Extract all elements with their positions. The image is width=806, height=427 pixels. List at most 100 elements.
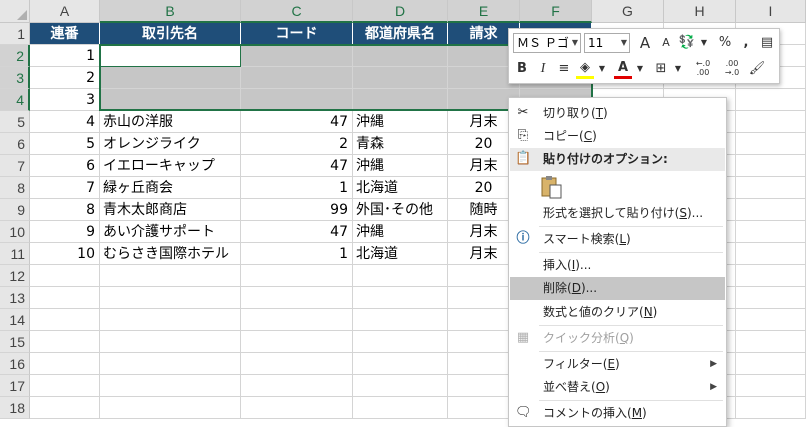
accounting-format-icon[interactable]: 💱	[678, 33, 696, 53]
row-header-10[interactable]: 10	[0, 221, 30, 243]
cell-d13[interactable]	[353, 287, 448, 309]
column-header-e[interactable]: E	[448, 0, 520, 23]
cell-c9[interactable]: 99	[241, 199, 353, 221]
cell-d9[interactable]: 外国･その他	[353, 199, 448, 221]
cell-b10[interactable]: あい介護サポート	[100, 221, 241, 243]
cell-b6[interactable]: オレンジライク	[100, 133, 241, 155]
cell-c16[interactable]	[241, 353, 353, 375]
paste-button[interactable]	[539, 174, 565, 200]
cell-i15[interactable]	[736, 331, 806, 353]
cell-c6[interactable]: 2	[241, 133, 353, 155]
cell-i11[interactable]	[736, 243, 806, 265]
cell-b18[interactable]	[100, 397, 241, 419]
cell-c5[interactable]: 47	[241, 111, 353, 133]
cell-c10[interactable]: 47	[241, 221, 353, 243]
column-header-d[interactable]: D	[353, 0, 448, 23]
cell-a3[interactable]: 2	[30, 67, 100, 89]
cell-a2[interactable]: 1	[30, 45, 100, 67]
format-painter-icon[interactable]: 🖌	[748, 59, 766, 79]
cell-b14[interactable]	[100, 309, 241, 331]
cell-a9[interactable]: 8	[30, 199, 100, 221]
cell-b8[interactable]: 緑ヶ丘商会	[100, 177, 241, 199]
row-header-8[interactable]: 8	[0, 177, 30, 199]
percent-style-button[interactable]: %	[716, 33, 734, 53]
header-cell-b[interactable]: 取引先名	[100, 23, 241, 45]
cell-i8[interactable]	[736, 177, 806, 199]
cell-c13[interactable]	[241, 287, 353, 309]
column-header-f[interactable]: F	[520, 0, 592, 23]
menu-item-cut[interactable]: ✂ 切り取り(T)	[510, 102, 725, 125]
menu-item-insert[interactable]: 挿入(I)...	[510, 254, 725, 277]
bold-button[interactable]: B	[513, 59, 531, 79]
cell-d14[interactable]	[353, 309, 448, 331]
row-header-12[interactable]: 12	[0, 265, 30, 287]
format-table-icon[interactable]: ▤	[758, 33, 776, 53]
row-header-16[interactable]: 16	[0, 353, 30, 375]
cell-i4[interactable]	[736, 89, 806, 111]
row-header-14[interactable]: 14	[0, 309, 30, 331]
cell-i7[interactable]	[736, 155, 806, 177]
cell-i10[interactable]	[736, 221, 806, 243]
shrink-font-button[interactable]: A	[657, 33, 675, 53]
row-header-9[interactable]: 9	[0, 199, 30, 221]
cell-i5[interactable]	[736, 111, 806, 133]
cell-a18[interactable]	[30, 397, 100, 419]
increase-decimal-button[interactable]: ←.0 .00	[690, 59, 716, 79]
cell-b3[interactable]	[100, 67, 241, 89]
italic-button[interactable]: I	[534, 59, 552, 79]
row-header-1[interactable]: 1	[0, 23, 30, 45]
cell-d4[interactable]	[353, 89, 448, 111]
header-cell-a[interactable]: 連番	[30, 23, 100, 45]
cell-i9[interactable]	[736, 199, 806, 221]
column-header-h[interactable]: H	[664, 0, 736, 23]
cell-i13[interactable]	[736, 287, 806, 309]
row-header-13[interactable]: 13	[0, 287, 30, 309]
cell-d11[interactable]: 北海道	[353, 243, 448, 265]
chevron-down-icon[interactable]: ▼	[669, 59, 687, 79]
column-header-g[interactable]: G	[592, 0, 664, 23]
cell-d6[interactable]: 青森	[353, 133, 448, 155]
cell-b7[interactable]: イエローキャップ	[100, 155, 241, 177]
align-center-icon[interactable]: ≡	[555, 59, 573, 79]
font-name-box[interactable]: ＭＳ Ｐゴ ▼	[513, 33, 581, 53]
chevron-down-icon[interactable]: ▼	[695, 33, 713, 53]
cell-b13[interactable]	[100, 287, 241, 309]
cell-c14[interactable]	[241, 309, 353, 331]
cell-i16[interactable]	[736, 353, 806, 375]
row-header-11[interactable]: 11	[0, 243, 30, 265]
row-header-17[interactable]: 17	[0, 375, 30, 397]
font-size-box[interactable]: 11 ▼	[584, 33, 630, 53]
menu-item-clear-contents[interactable]: 数式と値のクリア(N)	[510, 301, 725, 324]
grow-font-button[interactable]: A	[636, 33, 654, 53]
cell-i6[interactable]	[736, 133, 806, 155]
cell-b5[interactable]: 赤山の洋服	[100, 111, 241, 133]
cell-c8[interactable]: 1	[241, 177, 353, 199]
cell-d10[interactable]: 沖縄	[353, 221, 448, 243]
cell-d8[interactable]: 北海道	[353, 177, 448, 199]
cell-a14[interactable]	[30, 309, 100, 331]
cell-a8[interactable]: 7	[30, 177, 100, 199]
cell-a5[interactable]: 4	[30, 111, 100, 133]
cell-b2[interactable]	[100, 45, 241, 67]
row-header-4[interactable]: 4	[0, 89, 30, 111]
cell-i14[interactable]	[736, 309, 806, 331]
cell-c17[interactable]	[241, 375, 353, 397]
menu-item-filter[interactable]: フィルター(E) ▶	[510, 353, 725, 376]
cell-a13[interactable]	[30, 287, 100, 309]
cell-i12[interactable]	[736, 265, 806, 287]
cell-b16[interactable]	[100, 353, 241, 375]
row-header-15[interactable]: 15	[0, 331, 30, 353]
cell-i18[interactable]	[736, 397, 806, 419]
column-header-i[interactable]: I	[736, 0, 806, 23]
cell-a11[interactable]: 10	[30, 243, 100, 265]
cell-c11[interactable]: 1	[241, 243, 353, 265]
cell-c18[interactable]	[241, 397, 353, 419]
cell-a10[interactable]: 9	[30, 221, 100, 243]
chevron-down-icon[interactable]: ▼	[631, 59, 649, 79]
menu-item-delete[interactable]: 削除(D)...	[510, 277, 725, 300]
menu-item-quick-analysis[interactable]: ▦ クイック分析(Q)	[510, 327, 725, 350]
cell-a15[interactable]	[30, 331, 100, 353]
cell-a6[interactable]: 5	[30, 133, 100, 155]
cell-d18[interactable]	[353, 397, 448, 419]
row-header-7[interactable]: 7	[0, 155, 30, 177]
